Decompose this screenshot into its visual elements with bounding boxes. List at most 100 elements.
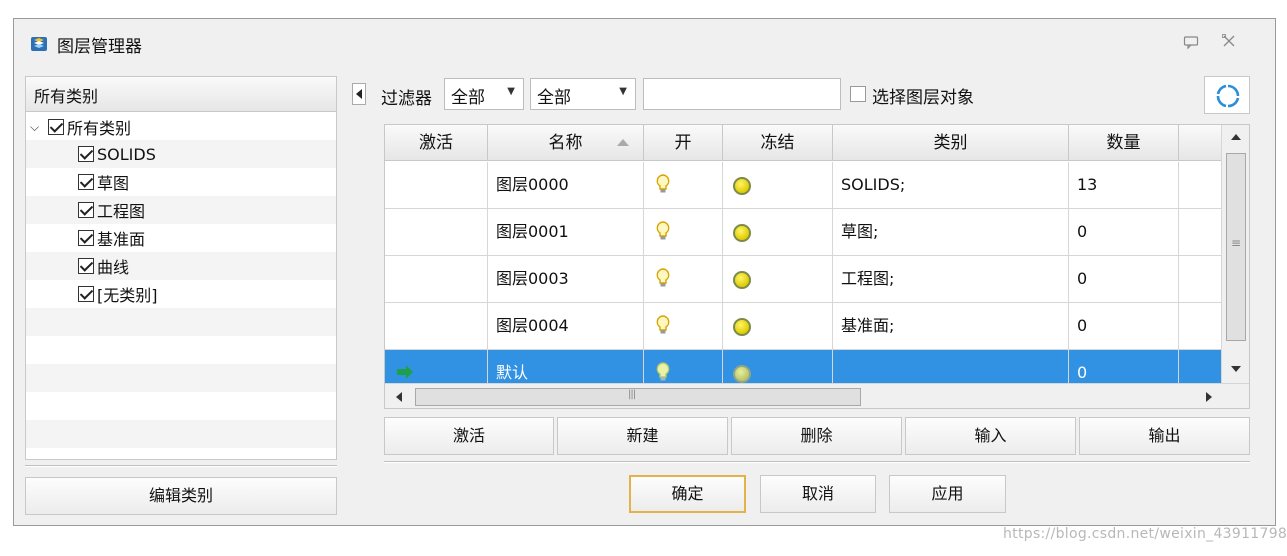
- column-header-category[interactable]: 类别: [833, 125, 1069, 161]
- dialog-title: 图层管理器: [57, 37, 142, 57]
- scroll-right-icon[interactable]: [1205, 391, 1213, 403]
- cell-active[interactable]: [385, 303, 488, 349]
- column-header-count[interactable]: 数量: [1069, 125, 1179, 161]
- close-icon[interactable]: [1220, 34, 1238, 52]
- scroll-down-icon[interactable]: [1230, 365, 1242, 373]
- cell-name[interactable]: 图层0004: [488, 303, 644, 349]
- checkbox-no-category[interactable]: [78, 286, 94, 302]
- cell-frozen[interactable]: [723, 256, 833, 302]
- delete-button[interactable]: 删除: [731, 417, 902, 455]
- lightbulb-icon[interactable]: [656, 362, 670, 382]
- tree-item-label: 基准面: [97, 230, 146, 249]
- layer-manager-icon: [31, 37, 47, 51]
- vertical-scrollbar[interactable]: [1221, 125, 1249, 383]
- category-tree[interactable]: ⌵ 所有类别 SOLIDS 草图 工程图 基准面 曲线 [无类别]: [25, 112, 337, 460]
- cell-on[interactable]: [644, 256, 723, 302]
- checkbox-curves[interactable]: [78, 258, 94, 274]
- freeze-state-icon[interactable]: [733, 365, 751, 383]
- cell-on[interactable]: [644, 209, 723, 255]
- cell-count: 0: [1069, 256, 1179, 302]
- active-layer-arrow-icon: [397, 365, 413, 379]
- filter-text-input[interactable]: [643, 78, 841, 110]
- cell-extra: [1179, 209, 1221, 255]
- checkbox-all-categories[interactable]: [48, 119, 64, 135]
- ok-button[interactable]: 确定: [629, 475, 746, 513]
- apply-button[interactable]: 应用: [889, 475, 1006, 513]
- activate-button[interactable]: 激活: [384, 417, 554, 455]
- checkbox-datum-plane[interactable]: [78, 230, 94, 246]
- table-row[interactable]: 图层0000 SOLIDS; 13: [385, 162, 1221, 209]
- filter-combo-1[interactable]: 全部 ▼: [444, 78, 524, 110]
- cell-name[interactable]: 图层0000: [488, 162, 644, 208]
- tree-item-sketch[interactable]: 草图: [78, 169, 129, 195]
- table-row[interactable]: 图层0003 工程图; 0: [385, 256, 1221, 303]
- tree-item-label: 曲线: [97, 258, 130, 277]
- cell-frozen[interactable]: [723, 209, 833, 255]
- table-row[interactable]: 图层0004 基准面; 0: [385, 303, 1221, 350]
- freeze-state-icon[interactable]: [733, 318, 751, 336]
- lightbulb-icon[interactable]: [656, 315, 670, 335]
- sort-ascending-icon: [617, 139, 629, 146]
- cell-extra: [1179, 303, 1221, 349]
- cell-active[interactable]: [385, 162, 488, 208]
- cell-count: 13: [1069, 162, 1179, 208]
- horizontal-scroll-thumb[interactable]: [415, 388, 861, 406]
- tree-item-no-category[interactable]: [无类别]: [78, 281, 158, 307]
- column-header-name[interactable]: 名称: [488, 125, 644, 161]
- column-header-label: 名称: [548, 133, 583, 153]
- lightbulb-icon[interactable]: [656, 221, 670, 241]
- cell-category: SOLIDS;: [833, 162, 1069, 208]
- cell-frozen[interactable]: [723, 162, 833, 208]
- cell-name[interactable]: 图层0001: [488, 209, 644, 255]
- layer-manager-dialog: 图层管理器 所有类别 ⌵ 所有类别 SOLIDS 草图 工程图 基准面 曲线 […: [13, 18, 1276, 526]
- export-button[interactable]: 输出: [1079, 417, 1250, 455]
- cell-name[interactable]: 图层0003: [488, 256, 644, 302]
- filter-combo-2[interactable]: 全部 ▼: [530, 78, 636, 110]
- layer-grid: 激活 名称 开 冻结 类别 数量 图层0000 SOLIDS; 13 图层000…: [384, 124, 1250, 409]
- vertical-scroll-thumb[interactable]: [1226, 153, 1246, 341]
- tree-item-all-categories[interactable]: ⌵ 所有类别: [30, 114, 131, 140]
- cell-active[interactable]: [385, 209, 488, 255]
- scroll-up-icon[interactable]: [1230, 133, 1242, 141]
- column-header-active[interactable]: 激活: [385, 125, 488, 161]
- cell-active[interactable]: [385, 256, 488, 302]
- cell-count: 0: [1069, 303, 1179, 349]
- lightbulb-icon[interactable]: [656, 268, 670, 288]
- filter-combo-2-value: 全部: [537, 88, 571, 108]
- tree-item-drawing[interactable]: 工程图: [78, 197, 145, 223]
- import-button[interactable]: 输入: [905, 417, 1076, 455]
- cell-count: 0: [1069, 209, 1179, 255]
- edit-category-button[interactable]: 编辑类别: [25, 477, 337, 515]
- checkbox-sketch[interactable]: [78, 174, 94, 190]
- cell-on[interactable]: [644, 303, 723, 349]
- tree-item-curves[interactable]: 曲线: [78, 253, 129, 279]
- tree-item-solids[interactable]: SOLIDS: [78, 141, 156, 167]
- collapse-panel-arrow[interactable]: [352, 83, 366, 105]
- refresh-button[interactable]: [1204, 76, 1250, 114]
- tree-item-label: [无类别]: [97, 286, 158, 305]
- cancel-button[interactable]: 取消: [760, 475, 876, 513]
- column-header-frozen[interactable]: 冻结: [723, 125, 833, 161]
- cell-extra: [1179, 256, 1221, 302]
- table-row[interactable]: 图层0001 草图; 0: [385, 209, 1221, 256]
- checkbox-drawing[interactable]: [78, 202, 94, 218]
- select-layer-objects-checkbox[interactable]: [850, 86, 866, 102]
- freeze-state-icon[interactable]: [733, 177, 751, 195]
- help-icon[interactable]: [1182, 34, 1200, 52]
- scroll-left-icon[interactable]: [395, 391, 403, 403]
- category-list-header: 所有类别: [25, 76, 337, 112]
- freeze-state-icon[interactable]: [733, 224, 751, 242]
- checkbox-solids[interactable]: [78, 146, 94, 162]
- cell-on[interactable]: [644, 162, 723, 208]
- horizontal-scrollbar[interactable]: [385, 383, 1249, 408]
- tree-item-datum-plane[interactable]: 基准面: [78, 225, 145, 251]
- chevron-down-icon[interactable]: ⌵: [30, 120, 44, 135]
- column-header-on[interactable]: 开: [644, 125, 723, 161]
- cell-frozen[interactable]: [723, 303, 833, 349]
- freeze-state-icon[interactable]: [733, 271, 751, 289]
- watermark-url: https://blog.csdn.net/weixin_43911798: [1003, 526, 1287, 542]
- title-bar: 图层管理器: [14, 19, 1275, 69]
- new-layer-button[interactable]: 新建: [557, 417, 728, 455]
- tree-item-label: SOLIDS: [97, 144, 156, 164]
- lightbulb-icon[interactable]: [656, 174, 670, 194]
